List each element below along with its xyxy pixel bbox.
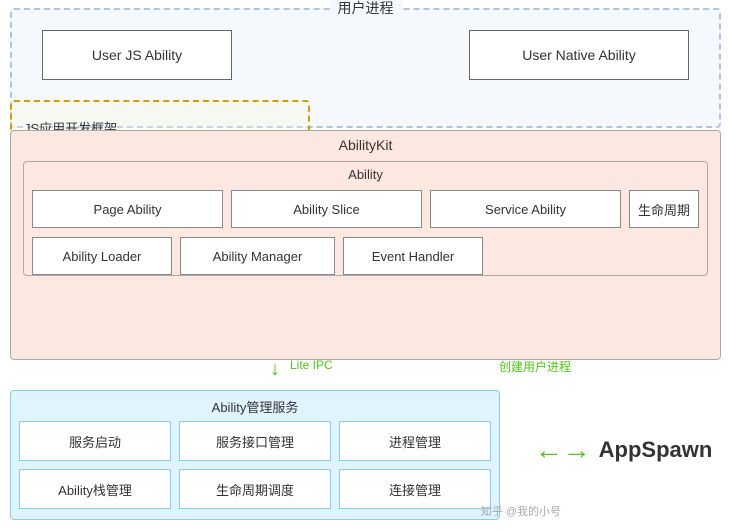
- ability-manager-box: Ability Manager: [180, 237, 335, 275]
- lifecycle-box: 生命周期: [629, 190, 699, 228]
- ability-stack-box: Ability栈管理: [19, 469, 171, 509]
- ability-slice-box: Ability Slice: [231, 190, 422, 228]
- ability-area: Ability Page Ability Ability Slice Servi…: [23, 161, 708, 276]
- abilitykit-label: AbilityKit: [339, 137, 393, 153]
- user-native-ability-box: User Native Ability: [469, 30, 689, 80]
- mgmt-row1: 服务启动 服务接口管理 进程管理: [19, 421, 491, 461]
- ability-mgmt-label: Ability管理服务: [212, 397, 299, 416]
- lite-ipc-arrow: ↓: [270, 358, 280, 381]
- connection-mgmt-box: 连接管理: [339, 469, 491, 509]
- diagram: 用户进程 User JS Ability User Native Ability…: [0, 0, 731, 531]
- ability-row1: Page Ability Ability Slice Service Abili…: [32, 190, 699, 228]
- ability-label: Ability: [348, 167, 383, 182]
- appspawn-label: AppSpawn: [599, 437, 713, 463]
- service-interface-box: 服务接口管理: [179, 421, 331, 461]
- service-start-box: 服务启动: [19, 421, 171, 461]
- create-process-label: 创建用户进程: [499, 358, 571, 375]
- page-ability-box: Page Ability: [32, 190, 223, 228]
- service-ability-box: Service Ability: [430, 190, 621, 228]
- lifecycle-schedule-box: 生命周期调度: [179, 469, 331, 509]
- event-handler-box: Event Handler: [343, 237, 483, 275]
- user-js-ability-box: User JS Ability: [42, 30, 232, 80]
- process-mgmt-box: 进程管理: [339, 421, 491, 461]
- appspawn-arrow: ←→: [535, 434, 591, 466]
- ability-mgmt-area: Ability管理服务 服务启动 服务接口管理 进程管理 Ability栈管理 …: [10, 390, 500, 520]
- lite-ipc-label: Lite IPC: [290, 358, 333, 372]
- abilitykit-area: AbilityKit Ability Page Ability Ability …: [10, 130, 721, 360]
- user-process-label: 用户进程: [330, 0, 402, 18]
- mgmt-row2: Ability栈管理 生命周期调度 连接管理: [19, 469, 491, 509]
- appspawn-area: ←→ AppSpawn: [526, 405, 721, 495]
- watermark: 知乎 @我的小号: [481, 503, 561, 519]
- ability-loader-box: Ability Loader: [32, 237, 172, 275]
- ability-row2: Ability Loader Ability Manager Event Han…: [32, 237, 699, 275]
